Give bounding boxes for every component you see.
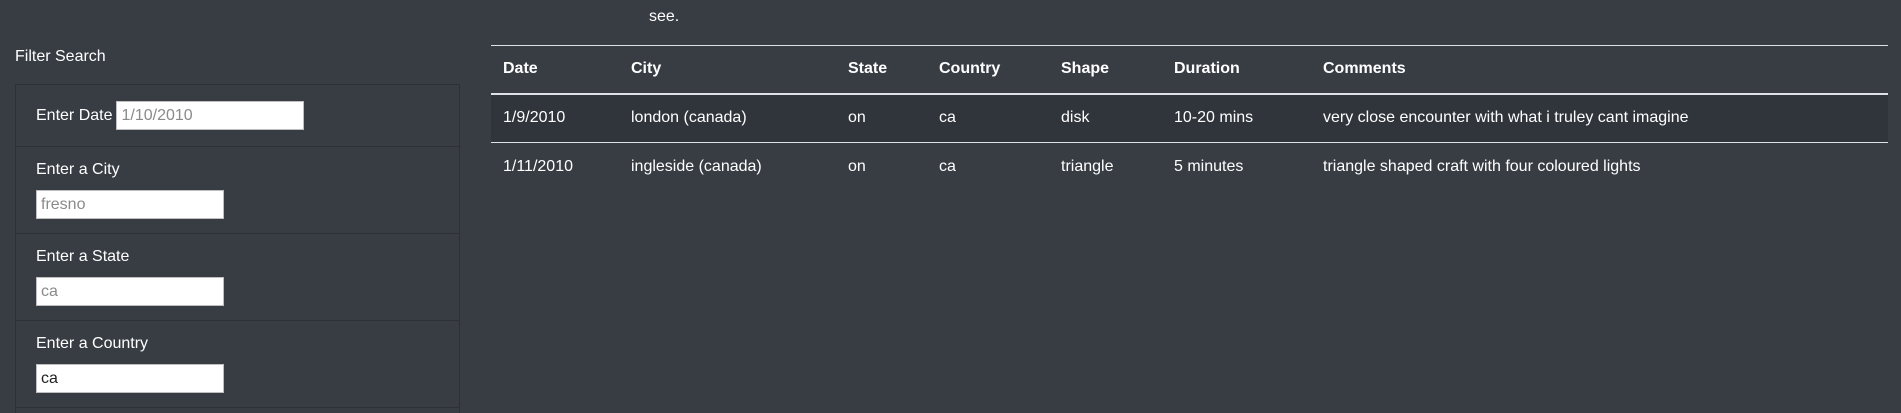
column-header-duration: Duration <box>1174 60 1240 78</box>
date-input[interactable] <box>116 101 305 130</box>
column-header-shape: Shape <box>1061 60 1110 78</box>
cell-date: 1/11/2010 <box>503 158 573 176</box>
country-input[interactable] <box>36 364 224 393</box>
cell-date: 1/9/2010 <box>503 109 566 127</box>
cell-city: ingleside (canada) <box>631 158 762 176</box>
cell-country: ca <box>939 109 956 127</box>
column-header-state: State <box>848 60 888 78</box>
filter-state-row: Enter a State <box>16 234 459 321</box>
state-label: Enter a State <box>36 248 130 265</box>
cell-duration: 10-20 mins <box>1174 109 1254 127</box>
column-header-country: Country <box>939 60 1001 78</box>
column-header-city: City <box>631 60 662 78</box>
filter-city-row: Enter a City <box>16 147 459 234</box>
filter-title: Filter Search <box>15 48 106 65</box>
column-header-date: Date <box>503 60 538 78</box>
cell-duration: 5 minutes <box>1174 158 1244 176</box>
cell-city: london (canada) <box>631 109 747 127</box>
country-label: Enter a Country <box>36 335 149 352</box>
intro-text: see. <box>649 8 680 25</box>
cell-shape: disk <box>1061 109 1090 127</box>
cell-country: ca <box>939 158 956 176</box>
city-input[interactable] <box>36 190 224 219</box>
table-row: 1/11/2010 ingleside (canada) on ca trian… <box>491 143 1888 192</box>
page: see. Filter Search Enter Date Enter a Ci… <box>0 0 1901 413</box>
cell-comments: triangle shaped craft with four coloured… <box>1323 158 1641 176</box>
cell-state: on <box>848 109 866 127</box>
results-table: Date City State Country Shape Duration C… <box>491 45 1888 192</box>
cell-comments: very close encounter with what i truley … <box>1323 109 1689 127</box>
filter-country-row: Enter a Country <box>16 321 459 408</box>
cell-shape: triangle <box>1061 158 1114 176</box>
table-header-row: Date City State Country Shape Duration C… <box>491 45 1888 94</box>
filter-date-row: Enter Date <box>16 85 459 147</box>
filter-panel: Enter Date Enter a City Enter a State En… <box>15 84 460 413</box>
table-row: 1/9/2010 london (canada) on ca disk 10-2… <box>491 93 1888 143</box>
state-input[interactable] <box>36 277 224 306</box>
city-label: Enter a City <box>36 161 120 178</box>
column-header-comments: Comments <box>1323 60 1406 78</box>
date-label: Enter Date <box>36 106 113 124</box>
cell-state: on <box>848 158 866 176</box>
